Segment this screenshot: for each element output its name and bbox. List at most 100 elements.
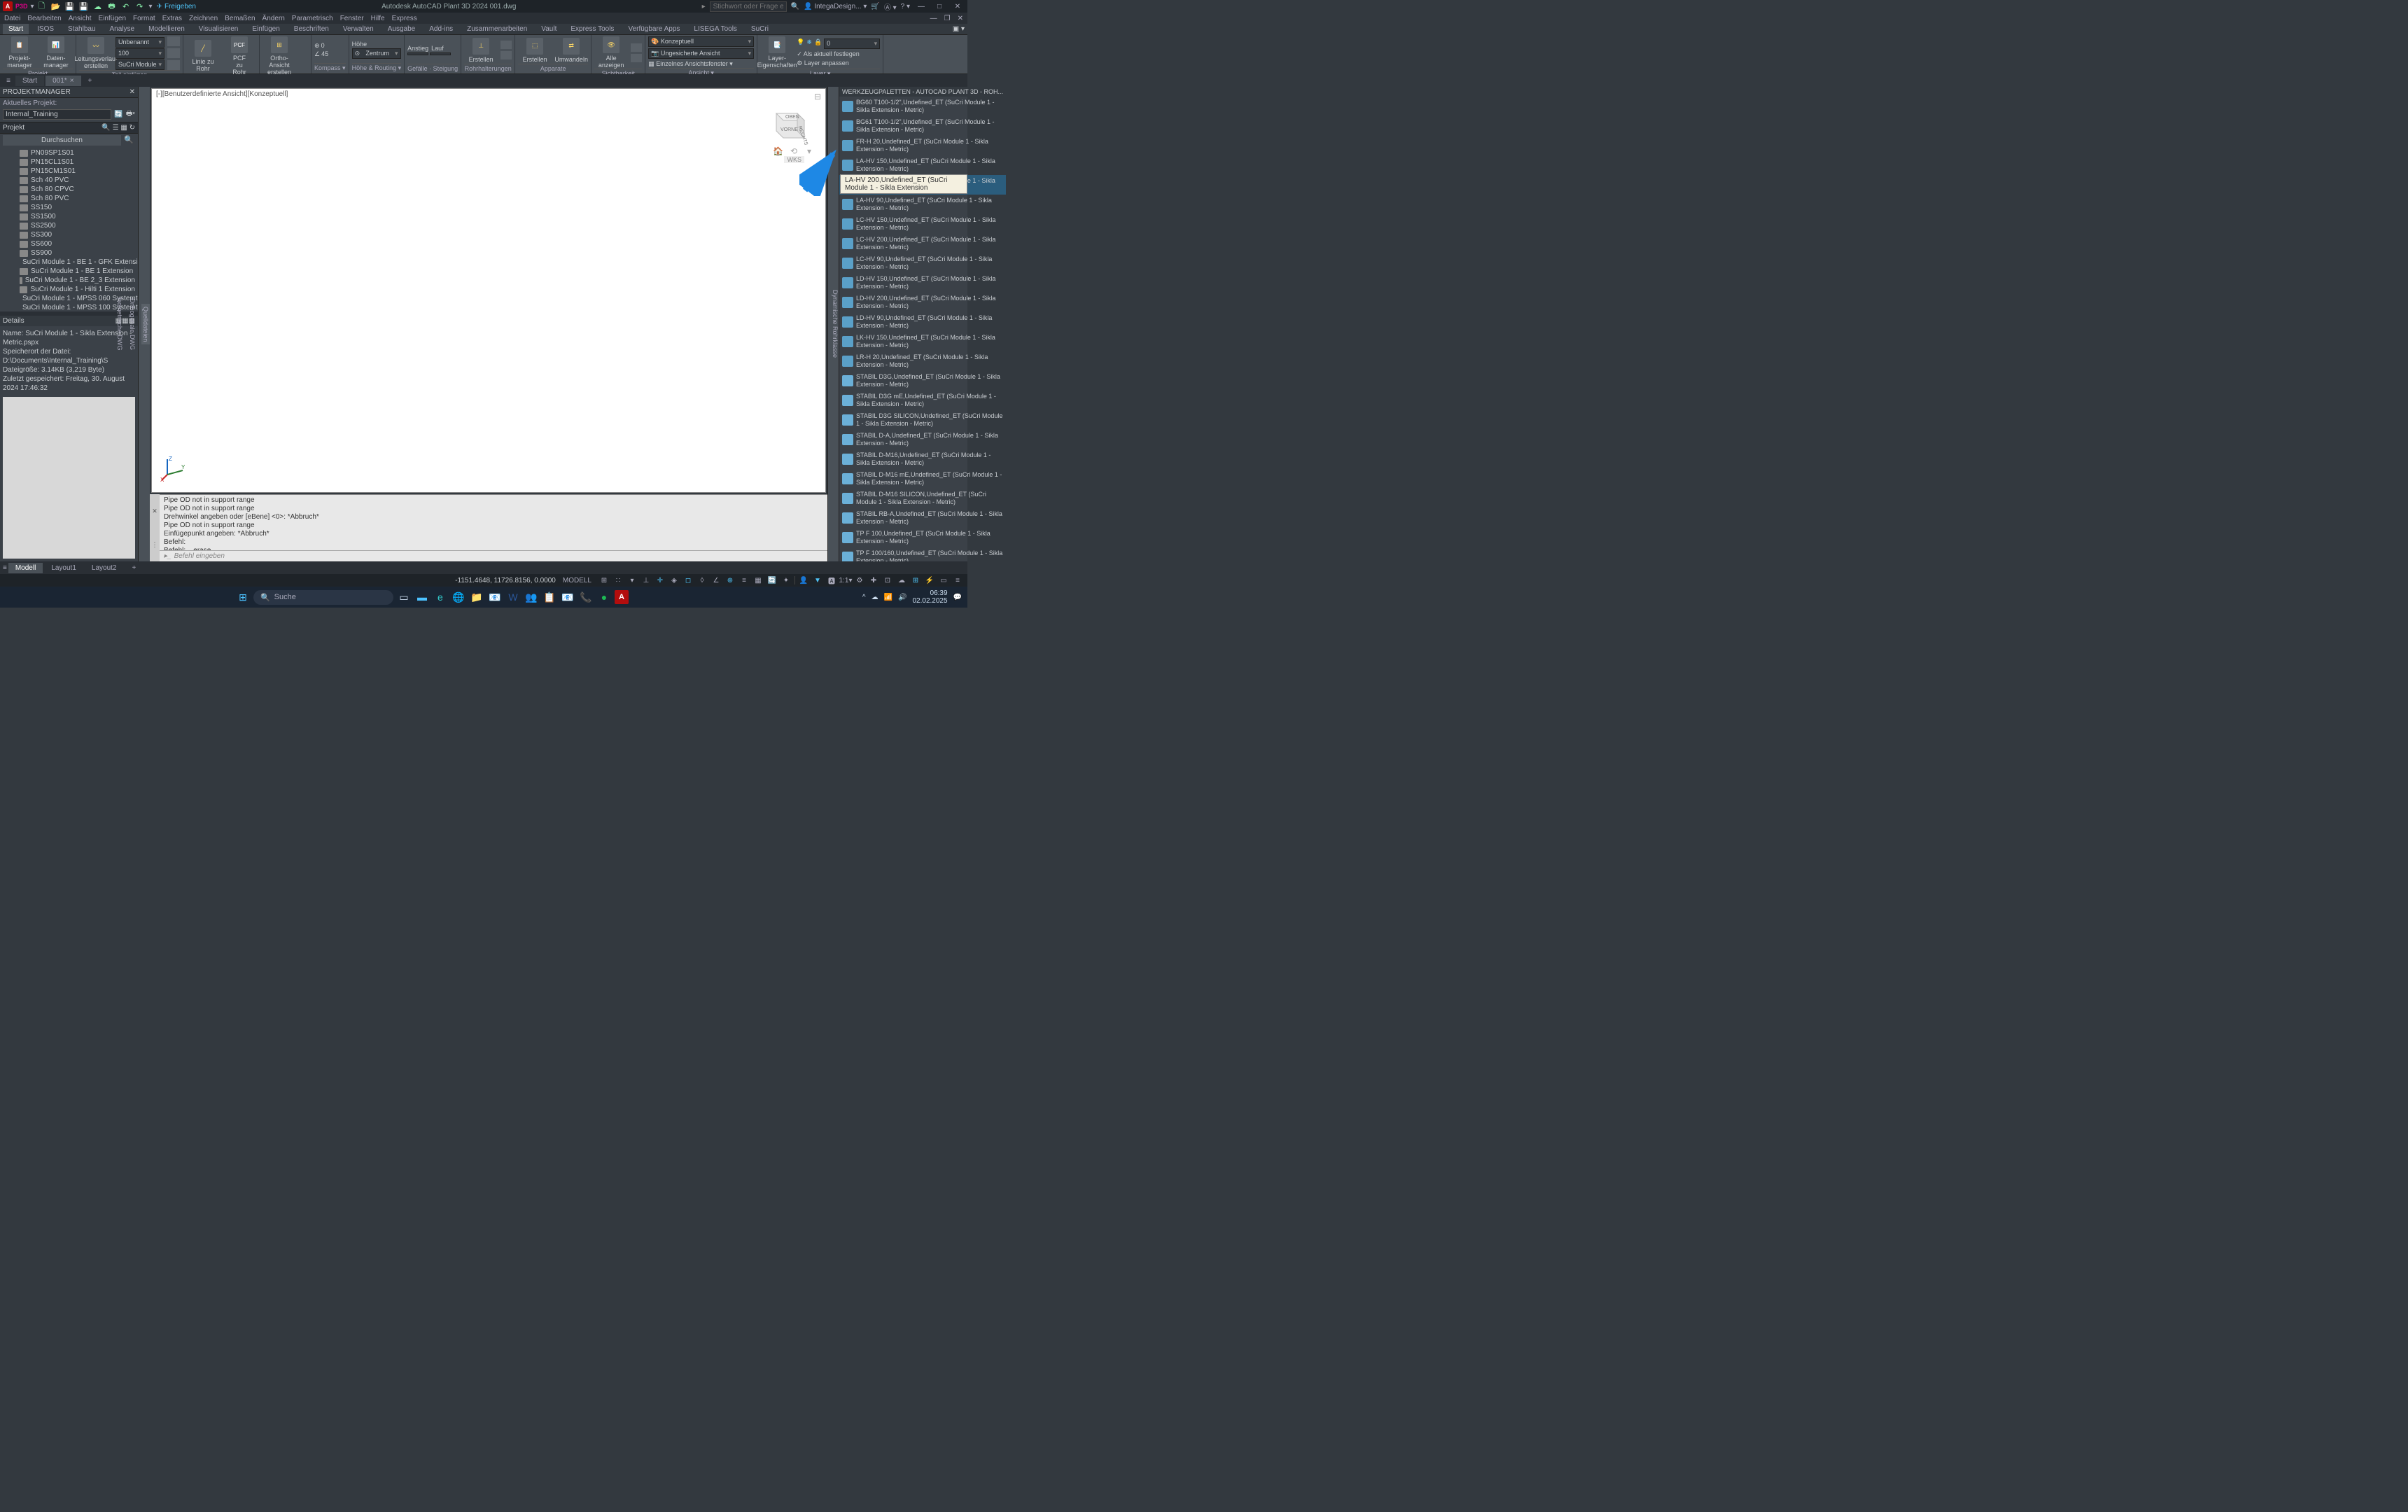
- status-osnap-icon[interactable]: ◻: [682, 575, 694, 585]
- alle-anzeigen-button[interactable]: 👁Alle anzeigen: [594, 36, 628, 69]
- tree-icon[interactable]: ☰: [113, 124, 119, 132]
- vtab-isometrische[interactable]: Isometrische DWG: [116, 298, 123, 351]
- status-snap-icon[interactable]: ∷: [612, 575, 624, 585]
- status-iso-icon[interactable]: ◈: [668, 575, 680, 585]
- command-input[interactable]: ▸_Befehl eingeben: [160, 550, 827, 561]
- layout-1[interactable]: Layout1: [44, 563, 83, 573]
- chrome-icon[interactable]: 🌐: [451, 589, 466, 605]
- menu-extras[interactable]: Extras: [162, 15, 182, 22]
- open-icon[interactable]: 📂: [51, 1, 61, 11]
- layer-eigenschaften-button[interactable]: 📑Layer- Eigenschaften: [760, 36, 794, 69]
- ribbon-tab-ausgabe[interactable]: Ausgabe: [382, 24, 421, 34]
- minimize-button[interactable]: —: [914, 3, 928, 10]
- user-menu[interactable]: 👤 IntegaDesign... ▾: [804, 3, 867, 10]
- autocad-icon[interactable]: A: [615, 590, 629, 604]
- ribbon-tab-analyse[interactable]: Analyse: [104, 24, 141, 34]
- ribbon-small-icon[interactable]: [631, 54, 642, 62]
- filetab-start[interactable]: Start: [15, 76, 44, 86]
- status-hw-icon[interactable]: ⚡: [924, 575, 935, 585]
- ribbon-tab-einfuegen[interactable]: Einfügen: [246, 24, 285, 34]
- filetab-menu-icon[interactable]: ≡: [3, 77, 14, 85]
- ribbon-tab-start[interactable]: Start: [3, 24, 29, 34]
- tree-node[interactable]: SuCri Module 1 - BE 1 Extension: [0, 267, 138, 276]
- tray-volume-icon[interactable]: 🔊: [898, 594, 906, 601]
- vtab-orthogonale[interactable]: Orthogonale DWG: [129, 298, 136, 350]
- doc-minimize-button[interactable]: —: [930, 15, 937, 22]
- tree-node[interactable]: Sch 80 CPVC: [0, 185, 138, 194]
- palette-item[interactable]: TP F 100/160,Undefined_ET (SuCri Module …: [839, 547, 1006, 561]
- explorer-icon[interactable]: 📁: [469, 589, 484, 605]
- project-print-icon[interactable]: 🖶▾: [126, 108, 135, 120]
- palette-item[interactable]: STABIL D3G,Undefined_ET (SuCri Module 1 …: [839, 371, 1006, 391]
- palette-item[interactable]: BG60 T100-1/2",Undefined_ET (SuCri Modul…: [839, 97, 1006, 116]
- orbit-icon[interactable]: ⟲: [790, 146, 797, 156]
- viewport-label[interactable]: [-][Benutzerdefinierte Ansicht][Konzeptu…: [156, 90, 288, 98]
- saveas-icon[interactable]: 💾: [79, 1, 89, 11]
- menu-hilfe[interactable]: Hilfe: [371, 15, 385, 22]
- halterung-erstellen-button[interactable]: ⊥Erstellen: [464, 38, 498, 63]
- layer-combo[interactable]: 0▾: [824, 38, 880, 49]
- tree-node[interactable]: PN15CL1S01: [0, 158, 138, 167]
- status-btn[interactable]: ∠: [710, 575, 722, 585]
- tree-node[interactable]: SuCri Module 1 - Hilti 1 Extension: [0, 285, 138, 294]
- apparat-erstellen-button[interactable]: ⬚Erstellen: [518, 38, 552, 63]
- status-btn[interactable]: ☁: [896, 575, 907, 585]
- datenmanager-button[interactable]: 📊Daten- manager: [39, 36, 73, 69]
- palette-item[interactable]: STABIL RB-A,Undefined_ET (SuCri Module 1…: [839, 508, 1006, 528]
- app-icon[interactable]: A: [3, 1, 13, 11]
- project-refresh-icon[interactable]: 🔄: [114, 111, 122, 118]
- ribbon-tab-beschriften[interactable]: Beschriften: [288, 24, 335, 34]
- combo-size[interactable]: 100▾: [115, 48, 164, 59]
- ribbon-small-icon[interactable]: [167, 36, 180, 46]
- undo-icon[interactable]: ↶: [121, 1, 131, 11]
- status-grid-icon[interactable]: ⊞: [598, 575, 610, 585]
- palette-item[interactable]: LC-HV 200,Undefined_ET (SuCri Module 1 -…: [839, 234, 1006, 253]
- palette-item[interactable]: LC-HV 90,Undefined_ET (SuCri Module 1 - …: [839, 253, 1006, 273]
- notifications-icon[interactable]: 💬: [953, 594, 962, 601]
- palette-item[interactable]: STABIL D3G mE,Undefined_ET (SuCri Module…: [839, 391, 1006, 410]
- taskbar-clock[interactable]: 06:39 02.02.2025: [912, 589, 947, 605]
- ribbon-tab-apps[interactable]: Verfügbare Apps: [622, 24, 685, 34]
- menu-fenster[interactable]: Fenster: [340, 15, 364, 22]
- compass-icon[interactable]: ⊕: [314, 42, 320, 50]
- save-icon[interactable]: 💾: [65, 1, 75, 11]
- menu-parametrisch[interactable]: Parametrisch: [292, 15, 333, 22]
- ribbon-small-icon[interactable]: [167, 60, 180, 70]
- combo-view[interactable]: 📷 Ungesicherte Ansicht▾: [648, 48, 754, 59]
- vtab-dynamische[interactable]: Dynamische Rohrklasse: [832, 290, 839, 358]
- tree-node[interactable]: SuCri Module 1 - BE 2_3 Extension: [0, 276, 138, 285]
- layer-anpassen-button[interactable]: ⚙ Layer anpassen: [797, 59, 880, 67]
- palette-item[interactable]: STABIL D-M16 mE,Undefined_ET (SuCri Modu…: [839, 469, 1006, 489]
- new-icon[interactable]: 🗋: [37, 1, 47, 11]
- apparat-umwandeln-button[interactable]: ⇄Umwandeln: [554, 38, 588, 63]
- zoom-in-icon[interactable]: 🔍: [102, 124, 110, 132]
- filetab-add-button[interactable]: +: [83, 76, 98, 86]
- palette-item[interactable]: BG61 T100-1/2",Undefined_ET (SuCri Modul…: [839, 116, 1006, 136]
- close-button[interactable]: ✕: [951, 3, 965, 10]
- status-polar-icon[interactable]: ✛: [654, 575, 666, 585]
- combo-unbenannt[interactable]: Unbenannt▾: [115, 37, 164, 48]
- combo-visualstyle[interactable]: 🎨 Konzeptuell▾: [648, 36, 754, 47]
- panel-close-icon[interactable]: ✕: [130, 88, 135, 96]
- palette-item[interactable]: LD-HV 150,Undefined_ET (SuCri Module 1 -…: [839, 273, 1006, 293]
- combo-zentrum[interactable]: ⊙ Zentrum▾: [352, 48, 401, 59]
- projektmanager-button[interactable]: 📋Projekt- manager: [3, 36, 36, 69]
- status-clean-icon[interactable]: ▭: [938, 575, 949, 585]
- ribbon-tab-visualisieren[interactable]: Visualisieren: [193, 24, 244, 34]
- palette-item[interactable]: LD-HV 200,Undefined_ET (SuCri Module 1 -…: [839, 293, 1006, 312]
- palette-item[interactable]: STABIL D-M16 SILICON,Undefined_ET (SuCri…: [839, 489, 1006, 508]
- qat-p3d[interactable]: P3D: [15, 3, 28, 10]
- layer-aktuell-button[interactable]: ✓ Als aktuell festlegen: [797, 50, 880, 58]
- tree-node[interactable]: SS2500: [0, 221, 138, 230]
- cloud-icon[interactable]: ☁: [93, 1, 103, 11]
- wks-badge[interactable]: WKS: [784, 156, 804, 163]
- reload-icon[interactable]: ↻: [130, 124, 135, 132]
- palette-item[interactable]: LR-H 20,Undefined_ET (SuCri Module 1 - S…: [839, 351, 1006, 371]
- layout-add-button[interactable]: +: [125, 563, 144, 573]
- tree-node[interactable]: SuCri Module 1 - BE 1 - GFK Extension: [0, 258, 138, 267]
- filetab-001[interactable]: 001* ×: [46, 76, 80, 86]
- tree-node[interactable]: PN09SP1S01: [0, 148, 138, 158]
- layout-menu-icon[interactable]: ≡: [3, 564, 7, 572]
- palette-item[interactable]: LD-HV 90,Undefined_ET (SuCri Module 1 - …: [839, 312, 1006, 332]
- ribbon-tab-express[interactable]: Express Tools: [565, 24, 620, 34]
